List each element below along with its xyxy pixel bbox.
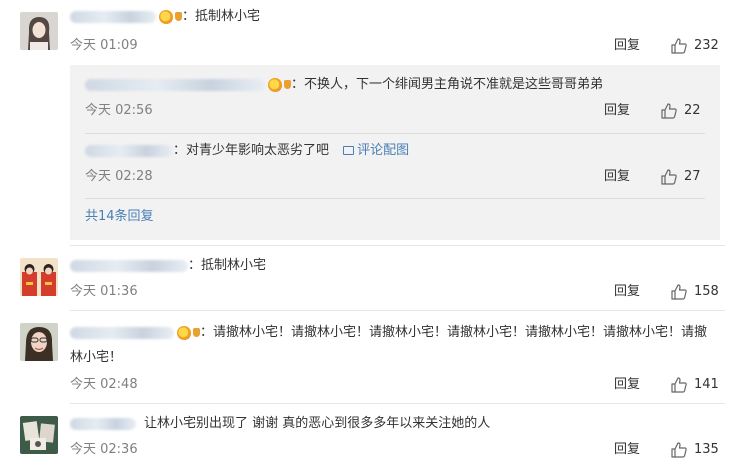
thumbs-up-icon — [671, 284, 687, 300]
comment-text: ：抵制林小宅 — [182, 9, 261, 24]
comment-body: 让林小宅别出现了 谢谢 真的恶心到很多多年以来关注她的人 — [70, 414, 490, 434]
avatar[interactable] — [20, 12, 58, 50]
like-button[interactable]: 232 — [670, 36, 719, 56]
divider — [85, 133, 705, 134]
comment-item: ：请撤林小宅！请撤林小宅！请撤林小宅！请撤林小宅！请撤林小宅！请撤林小宅！请撤林… — [0, 311, 740, 401]
username-blurred[interactable] — [70, 326, 174, 339]
subreply-text: ：对青少年影响太恶劣了吧 — [173, 143, 330, 158]
verified-badge-icon — [159, 9, 173, 24]
like-button[interactable]: 135 — [670, 440, 719, 460]
comment-time: 今天 02:36 — [70, 442, 138, 457]
thumbs-up-icon — [671, 377, 687, 393]
username-blurred[interactable] — [70, 259, 188, 272]
reply-button[interactable]: 回复 — [614, 441, 640, 459]
reply-button[interactable]: 回复 — [614, 376, 640, 394]
more-replies-link[interactable]: 共14条回复 — [85, 208, 154, 226]
like-count: 135 — [694, 442, 719, 457]
avatar[interactable] — [20, 323, 58, 361]
comment-time: 今天 01:36 — [70, 284, 138, 299]
reply-button[interactable]: 回复 — [614, 37, 640, 55]
like-count: 232 — [694, 38, 719, 53]
comment-text: 让林小宅别出现了 谢谢 真的恶心到很多多年以来关注她的人 — [144, 416, 491, 431]
comment-item: 让林小宅别出现了 谢谢 真的恶心到很多多年以来关注她的人 今天 02:36 回复… — [0, 404, 740, 473]
comment-time: 今天 02:48 — [70, 377, 138, 392]
comment-item: ：抵制林小宅 今天 01:09 回复 232 ：不换人，下一个绯闻男主角说不准就… — [0, 0, 740, 240]
vip-icon — [175, 12, 182, 21]
like-count: 22 — [684, 103, 701, 118]
username-blurred[interactable] — [70, 10, 156, 23]
subreply-body: ：不换人，下一个绯闻男主角说不准就是这些哥哥弟弟 — [85, 75, 603, 95]
username-blurred[interactable] — [85, 144, 173, 157]
verified-badge-icon — [177, 325, 191, 340]
username-blurred[interactable] — [85, 78, 265, 91]
verified-badge-icon — [268, 77, 282, 92]
subreply-text: ：不换人，下一个绯闻男主角说不准就是这些哥哥弟弟 — [291, 77, 604, 92]
reply-button[interactable]: 回复 — [604, 168, 630, 186]
reply-button[interactable]: 回复 — [614, 283, 640, 301]
thumbs-up-icon — [661, 103, 677, 119]
avatar[interactable] — [20, 258, 58, 296]
like-button[interactable]: 141 — [670, 375, 719, 395]
subreply-time: 今天 02:28 — [85, 169, 153, 184]
vip-icon — [193, 328, 200, 337]
comment-text: ：抵制林小宅 — [188, 258, 267, 273]
username-blurred[interactable] — [70, 417, 136, 430]
reply-button[interactable]: 回复 — [604, 102, 630, 120]
comment-body: ：抵制林小宅 — [70, 7, 260, 27]
comment-body: ：请撤林小宅！请撤林小宅！请撤林小宅！请撤林小宅！请撤林小宅！请撤林小宅！请撤林… — [70, 320, 715, 370]
thumbs-up-icon — [671, 38, 687, 54]
comment-image-link[interactable]: 评论配图 — [343, 143, 409, 158]
thumbs-up-icon — [661, 169, 677, 185]
comment-time: 今天 01:09 — [70, 38, 138, 53]
vip-icon — [284, 80, 291, 89]
like-count: 158 — [694, 284, 719, 299]
subreply-body: ：对青少年影响太恶劣了吧 评论配图 — [85, 141, 409, 161]
subreply-time: 今天 02:56 — [85, 103, 153, 118]
like-button[interactable]: 158 — [670, 282, 719, 302]
like-count: 27 — [684, 169, 701, 184]
like-count: 141 — [694, 377, 719, 392]
like-button[interactable]: 22 — [660, 101, 701, 121]
like-button[interactable]: 27 — [660, 167, 701, 187]
comment-body: ：抵制林小宅 — [70, 256, 266, 276]
image-icon — [343, 146, 355, 155]
divider — [85, 198, 705, 199]
avatar[interactable] — [20, 416, 58, 454]
comment-item: ：抵制林小宅 今天 01:36 回复 158 — [0, 246, 740, 310]
thumbs-up-icon — [671, 442, 687, 458]
